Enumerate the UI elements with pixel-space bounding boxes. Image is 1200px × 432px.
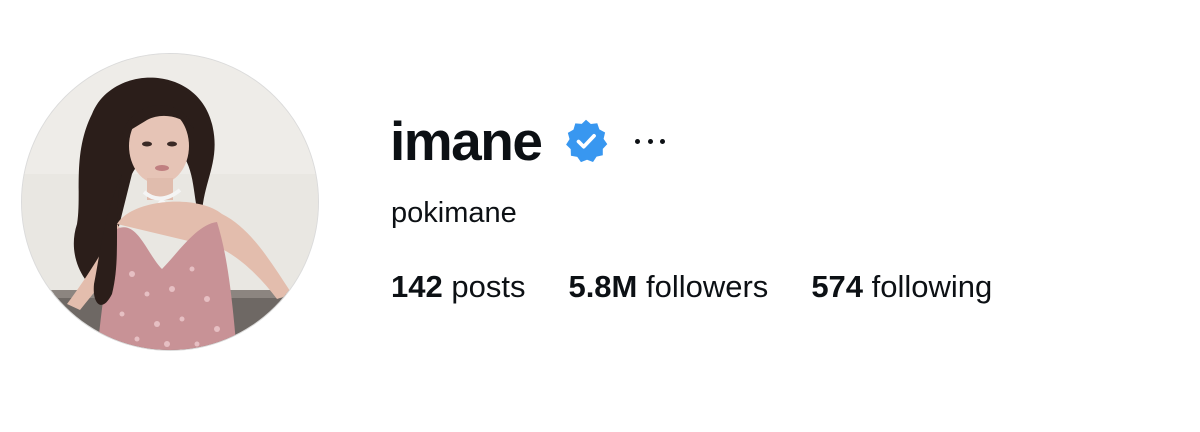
profile-avatar[interactable]: [21, 53, 319, 351]
profile-header: imane pokimane 142 posts 5.8M followers …: [0, 0, 1200, 432]
followers-stat[interactable]: 5.8M followers: [568, 268, 768, 306]
username: imane: [390, 110, 543, 172]
posts-count: 142: [391, 269, 452, 304]
verified-badge-icon: [563, 118, 609, 164]
avatar-photo: [22, 54, 318, 350]
dot: [660, 138, 666, 144]
following-stat[interactable]: 574 following: [811, 268, 992, 306]
posts-label: posts: [451, 269, 526, 304]
more-options-ellipsis-icon[interactable]: [635, 135, 666, 147]
following-label: following: [871, 269, 993, 304]
followers-count: 5.8M: [568, 269, 646, 304]
display-name: pokimane: [391, 197, 517, 229]
username-row: imane: [390, 110, 666, 172]
followers-label: followers: [645, 269, 769, 304]
profile-stats: 142 posts 5.8M followers 574 following: [391, 268, 992, 306]
dot: [647, 138, 653, 144]
following-count: 574: [811, 269, 872, 304]
posts-stat[interactable]: 142 posts: [391, 268, 525, 306]
dot: [635, 138, 641, 144]
